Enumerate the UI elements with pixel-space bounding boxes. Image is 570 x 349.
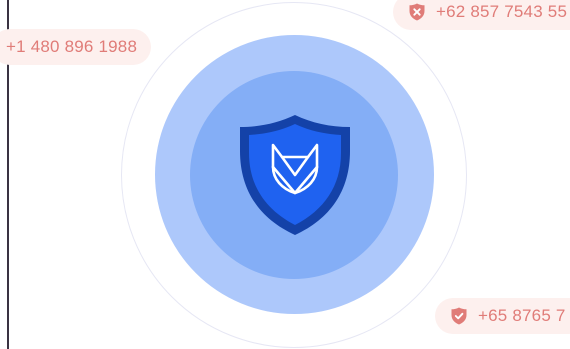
- phone-number-pill[interactable]: +1 480 896 1988: [0, 29, 152, 65]
- fox-shield-icon: [240, 115, 350, 235]
- call-protection-screen: +1 480 896 1988 +62 857 7543 55 +65 8765…: [0, 0, 570, 349]
- phone-number-text: +1 480 896 1988: [6, 37, 138, 56]
- phone-number-text: +62 857 7543 55: [436, 2, 568, 21]
- shield-x-icon: [407, 2, 427, 22]
- verified-number-pill[interactable]: +65 8765 7: [435, 298, 570, 334]
- phone-number-text: +65 8765 7: [478, 306, 566, 325]
- blocked-number-pill[interactable]: +62 857 7543 55: [393, 0, 570, 30]
- shield-check-icon: [449, 306, 469, 326]
